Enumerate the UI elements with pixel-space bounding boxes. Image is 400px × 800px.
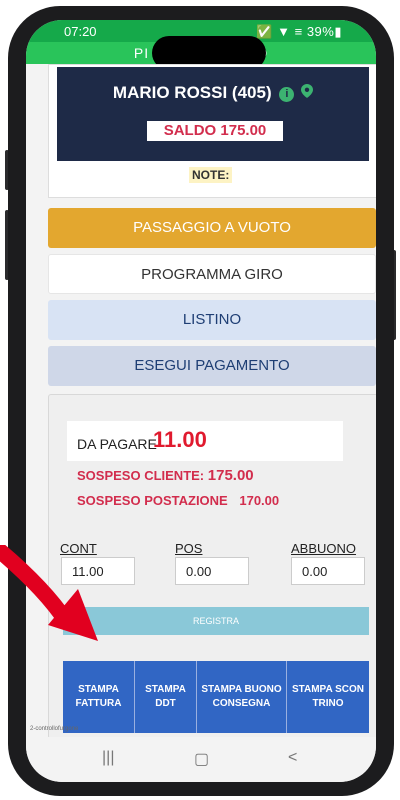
page: 07:20 ✅ ▼ ≡ 39%▮ PI TO MARIO ROSSI (405)… (0, 0, 400, 800)
programma-giro-button[interactable]: PROGRAMMA GIRO (48, 254, 376, 294)
stampa-ddt-button[interactable]: STAMPA DDT (135, 661, 197, 733)
phone-screen: 07:20 ✅ ▼ ≡ 39%▮ PI TO MARIO ROSSI (405)… (26, 20, 376, 782)
sospeso-postazione-value: 170.00 (239, 493, 280, 508)
android-nav-bar: ||| ▢ < (26, 737, 376, 782)
customer-header: MARIO ROSSI (405) i SALDO 175.00 (57, 67, 369, 161)
footer-text: 2-controllofurgone (30, 726, 79, 732)
sospeso-postazione: SOSPESO POSTAZIONE 170.00 (77, 493, 279, 508)
info-icon[interactable]: i (279, 87, 295, 102)
pos-input[interactable]: 0.00 (175, 557, 249, 585)
location-pin-icon[interactable] (301, 84, 314, 98)
abbuono-input[interactable]: 0.00 (291, 557, 365, 585)
sospeso-cliente-value: 175.00 (207, 467, 254, 484)
stampa-scontrino-button[interactable]: STAMPA SCON TRINO (287, 661, 369, 733)
sospeso-cliente-label: SOSPESO CLIENTE: (77, 468, 205, 483)
abbuono-label: ABBUONO (291, 541, 357, 556)
stampa-buttons: STAMPA FATTURA STAMPA DDT STAMPA BUONO C… (63, 661, 369, 733)
due-value: 11.00 (153, 427, 207, 452)
back-icon[interactable]: < (288, 749, 297, 767)
listino-button[interactable]: LISTINO (48, 300, 376, 340)
red-arrow-icon (0, 545, 98, 641)
note-label[interactable]: NOTE: (189, 167, 233, 183)
home-icon[interactable]: ▢ (194, 749, 209, 769)
saldo-badge: SALDO 175.00 (147, 121, 283, 141)
due-label: DA PAGARE (77, 436, 157, 452)
phone-frame: 07:20 ✅ ▼ ≡ 39%▮ PI TO MARIO ROSSI (405)… (8, 6, 394, 796)
amount-due-box: DA PAGARE 11.00 (67, 421, 343, 461)
customer-name: MARIO ROSSI (405) (112, 83, 272, 102)
sospeso-postazione-label: SOSPESO POSTAZIONE (77, 493, 228, 508)
esegui-pagamento-button[interactable]: ESEGUI PAGAMENTO (48, 346, 376, 386)
recent-apps-icon[interactable]: ||| (102, 749, 114, 767)
customer-name-line: MARIO ROSSI (405) i (57, 83, 369, 103)
sospeso-cliente: SOSPESO CLIENTE: 175.00 (77, 467, 254, 484)
status-time: 07:20 (64, 24, 97, 39)
passaggio-vuoto-button[interactable]: PASSAGGIO A VUOTO (48, 208, 376, 248)
customer-card: MARIO ROSSI (405) i SALDO 175.00 NOTE: (48, 64, 376, 198)
status-icons: ✅ ▼ ≡ 39%▮ (256, 24, 342, 39)
stampa-buono-consegna-button[interactable]: STAMPA BUONO CONSEGNA (197, 661, 287, 733)
pos-label: POS (175, 541, 203, 556)
stampa-fattura-button[interactable]: STAMPA FATTURA (63, 661, 135, 733)
